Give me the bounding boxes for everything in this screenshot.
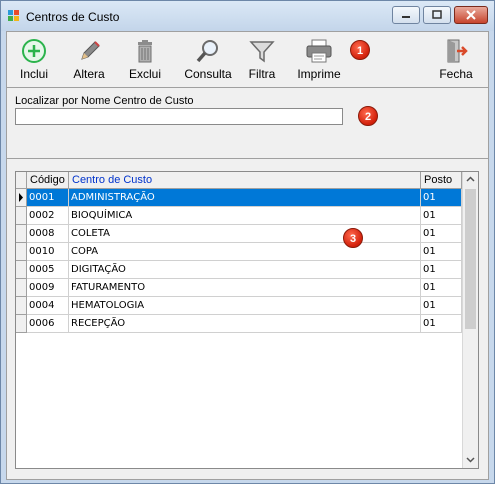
table-row[interactable]: 0008 COLETA 01 <box>16 225 462 243</box>
row-indicator <box>16 315 27 333</box>
chevron-down-icon <box>466 457 475 463</box>
header-indicator <box>16 172 27 188</box>
minimize-icon <box>402 16 410 18</box>
trash-icon <box>138 40 152 63</box>
cell-posto: 01 <box>421 315 462 333</box>
filtra-button[interactable]: Filtra <box>237 38 287 86</box>
exclui-label: Exclui <box>128 67 161 81</box>
cell-posto: 01 <box>421 297 462 315</box>
cell-centro: HEMATOLOGIA <box>69 297 421 315</box>
grid-header: Código Centro de Custo Posto <box>16 172 462 189</box>
centros-de-custo-window: Centros de Custo Inclui Altera Exclui Co… <box>0 0 495 484</box>
plus-icon <box>22 39 46 63</box>
row-indicator <box>16 243 27 261</box>
cell-codigo: 0010 <box>27 243 69 261</box>
scroll-up-button[interactable] <box>463 172 478 187</box>
centros-grid: Código Centro de Custo Posto 0001 ADMINI… <box>15 171 479 469</box>
chevron-up-icon <box>466 176 475 182</box>
cell-posto: 01 <box>421 225 462 243</box>
maximize-icon <box>432 10 442 19</box>
inclui-button[interactable]: Inclui <box>9 38 59 86</box>
cell-posto: 01 <box>421 279 462 297</box>
exit-door-icon <box>447 39 468 63</box>
table-row[interactable]: 0004 HEMATOLOGIA 01 <box>16 297 462 315</box>
callout-badge-3: 3 <box>343 228 363 248</box>
row-indicator <box>16 261 27 279</box>
table-row[interactable]: 0002 BIOQUÍMICA 01 <box>16 207 462 225</box>
search-label: Localizar por Nome Centro de Custo <box>15 95 194 107</box>
cell-centro: COLETA <box>69 225 421 243</box>
cell-centro: COPA <box>69 243 421 261</box>
pencil-icon <box>81 41 100 60</box>
toolbar: Inclui Altera Exclui Consulta Filtra Imp… <box>7 32 488 88</box>
table-row[interactable]: 0001 ADMINISTRAÇÃO 01 <box>16 189 462 207</box>
cell-codigo: 0002 <box>27 207 69 225</box>
cell-centro: ADMINISTRAÇÃO <box>69 189 421 207</box>
altera-button[interactable]: Altera <box>64 38 114 86</box>
cell-centro: FATURAMENTO <box>69 279 421 297</box>
table-row[interactable]: 0006 RECEPÇÃO 01 <box>16 315 462 333</box>
row-indicator <box>16 189 27 207</box>
table-row[interactable]: 0010 COPA 01 <box>16 243 462 261</box>
maximize-button[interactable] <box>423 6 451 24</box>
magnifier-icon <box>196 40 218 63</box>
imprime-button[interactable]: Imprime <box>294 38 344 86</box>
cell-posto: 01 <box>421 189 462 207</box>
consulta-label: Consulta <box>184 67 232 81</box>
imprime-label: Imprime <box>297 67 341 81</box>
fecha-button[interactable]: Fecha <box>431 38 481 86</box>
printer-icon <box>306 39 332 63</box>
callout-badge-2: 2 <box>358 106 378 126</box>
row-indicator <box>16 207 27 225</box>
client-area: Inclui Altera Exclui Consulta Filtra Imp… <box>6 31 489 480</box>
current-row-arrow-icon <box>19 193 23 202</box>
app-icon <box>8 10 20 22</box>
table-row[interactable]: 0005 DIGITAÇÃO 01 <box>16 261 462 279</box>
altera-label: Altera <box>73 67 105 81</box>
cell-codigo: 0008 <box>27 225 69 243</box>
cell-posto: 01 <box>421 261 462 279</box>
cell-codigo: 0001 <box>27 189 69 207</box>
filtra-label: Filtra <box>248 67 276 81</box>
search-input[interactable] <box>15 108 343 125</box>
cell-posto: 01 <box>421 243 462 261</box>
cell-centro: BIOQUÍMICA <box>69 207 421 225</box>
header-centro-de-custo[interactable]: Centro de Custo <box>69 172 421 188</box>
search-panel: Localizar por Nome Centro de Custo 2 <box>7 88 488 159</box>
minimize-button[interactable] <box>392 6 420 24</box>
row-indicator <box>16 279 27 297</box>
cell-codigo: 0009 <box>27 279 69 297</box>
cell-codigo: 0004 <box>27 297 69 315</box>
cell-centro: RECEPÇÃO <box>69 315 421 333</box>
callout-badge-1: 1 <box>350 40 370 60</box>
consulta-button[interactable]: Consulta <box>180 38 236 86</box>
cell-codigo: 0005 <box>27 261 69 279</box>
fecha-label: Fecha <box>439 67 473 81</box>
close-button[interactable] <box>454 6 488 24</box>
window-title: Centros de Custo <box>26 10 120 24</box>
scroll-down-button[interactable] <box>463 452 478 467</box>
cell-codigo: 0006 <box>27 315 69 333</box>
grid-panel: Código Centro de Custo Posto 0001 ADMINI… <box>7 159 488 479</box>
cell-posto: 01 <box>421 207 462 225</box>
row-indicator <box>16 297 27 315</box>
exclui-button[interactable]: Exclui <box>120 38 170 86</box>
funnel-icon <box>249 41 275 63</box>
title-bar[interactable]: Centros de Custo <box>1 1 494 31</box>
scroll-thumb[interactable] <box>465 189 476 329</box>
inclui-label: Inclui <box>19 67 48 81</box>
vertical-scrollbar[interactable] <box>462 172 478 468</box>
row-indicator <box>16 225 27 243</box>
header-posto[interactable]: Posto <box>421 172 462 188</box>
close-icon <box>466 10 476 20</box>
header-codigo[interactable]: Código <box>27 172 69 188</box>
table-row[interactable]: 0009 FATURAMENTO 01 <box>16 279 462 297</box>
cell-centro: DIGITAÇÃO <box>69 261 421 279</box>
